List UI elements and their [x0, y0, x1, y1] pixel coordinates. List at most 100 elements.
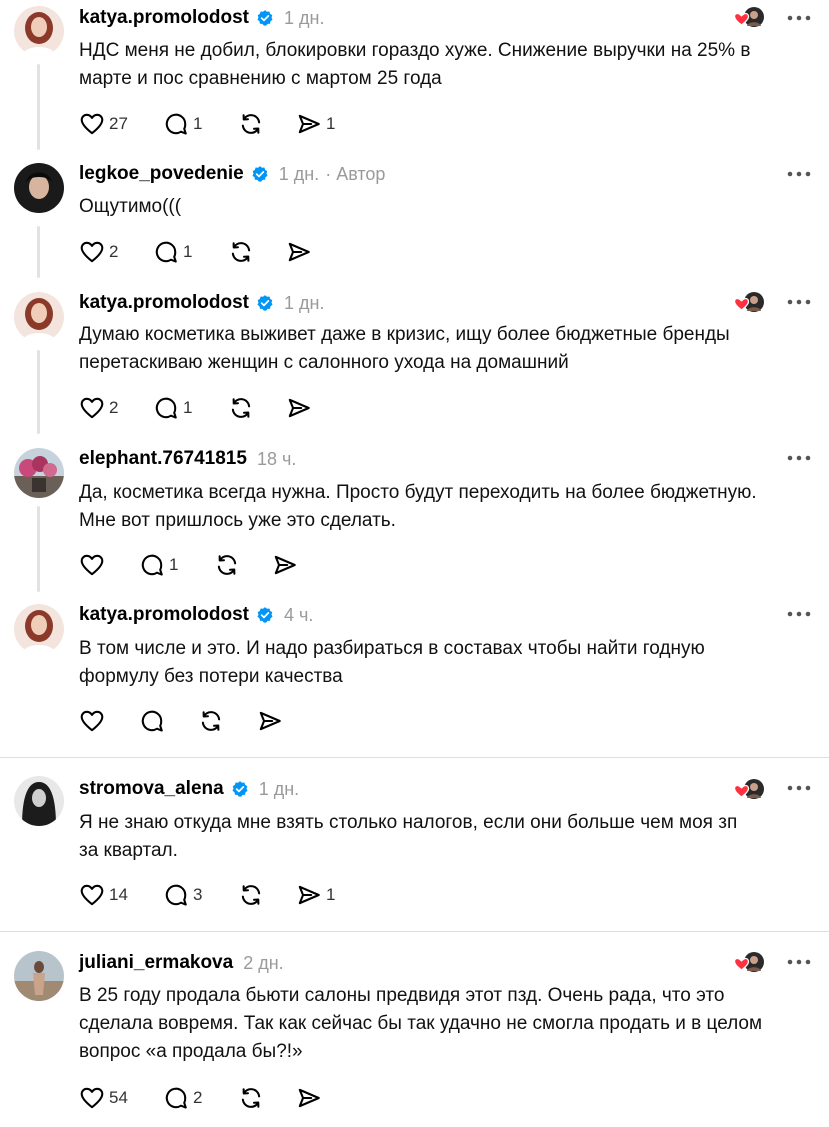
- share-count: 1: [326, 885, 336, 904]
- heart-icon: [79, 239, 105, 265]
- more-icon[interactable]: [786, 166, 812, 182]
- reply-button[interactable]: 3: [163, 880, 202, 910]
- liked-by-author-icon: [734, 6, 766, 28]
- like-button[interactable]: 14: [79, 880, 128, 910]
- post-text-line: марте и пос сравнению с мартом 25 года: [79, 68, 442, 89]
- verified-badge-icon: [256, 606, 274, 624]
- repost-icon: [238, 882, 264, 908]
- post: stromova_alena 1 дн. Я не знаю откуда мн…: [0, 758, 829, 930]
- share-icon: [296, 882, 322, 908]
- reply-count: 2: [193, 1088, 203, 1107]
- avatar[interactable]: [14, 776, 64, 826]
- post-time[interactable]: 1 дн.: [259, 779, 299, 800]
- username[interactable]: juliani_ermakova: [79, 952, 233, 974]
- more-icon[interactable]: [786, 294, 812, 310]
- repost-button[interactable]: [198, 706, 224, 736]
- share-icon: [296, 111, 322, 137]
- heart-icon: [79, 552, 105, 578]
- username[interactable]: elephant.76741815: [79, 448, 247, 470]
- reply-button[interactable]: 1: [153, 237, 192, 267]
- reply-icon: [163, 111, 189, 137]
- thread-line: [37, 64, 40, 150]
- post-time[interactable]: 1 дн.: [284, 293, 324, 314]
- more-icon[interactable]: [786, 606, 812, 622]
- like-button[interactable]: 2: [79, 237, 118, 267]
- post-text-line: Думаю косметика выживет даже в кризис, и…: [79, 324, 730, 345]
- share-button[interactable]: [272, 550, 298, 580]
- username[interactable]: katya.promolodost: [79, 292, 249, 314]
- repost-button[interactable]: [228, 237, 254, 267]
- post-text: НДС меня не добил, блокировки гораздо ху…: [79, 37, 809, 93]
- post-text-line: В 25 году продала бьюти салоны предвидя …: [79, 985, 725, 1006]
- post-time[interactable]: 4 ч.: [284, 605, 313, 626]
- username[interactable]: katya.promolodost: [79, 7, 249, 29]
- repost-button[interactable]: [228, 393, 254, 423]
- reply-button[interactable]: 2: [163, 1083, 202, 1113]
- like-button[interactable]: 54: [79, 1083, 128, 1113]
- post: katya.promolodost 1 дн. Думаю косметика …: [0, 286, 829, 442]
- repost-button[interactable]: [214, 550, 240, 580]
- avatar[interactable]: [14, 448, 64, 498]
- post-text-line: сделала вовремя. Так как сейчас бы так у…: [79, 1013, 763, 1034]
- repost-button[interactable]: [238, 109, 268, 139]
- like-button[interactable]: 2: [79, 393, 118, 423]
- reply-button[interactable]: [139, 706, 165, 736]
- liked-by-author-icon: [734, 291, 766, 313]
- repost-button[interactable]: [238, 1083, 264, 1113]
- share-button[interactable]: [286, 393, 312, 423]
- username[interactable]: stromova_alena: [79, 778, 224, 800]
- post: elephant.76741815 18 ч. Да, косметика вс…: [0, 442, 829, 598]
- avatar[interactable]: [14, 163, 64, 213]
- repost-button[interactable]: [238, 880, 264, 910]
- share-button[interactable]: 1: [296, 880, 335, 910]
- post: juliani_ermakova 2 дн. В 25 году продала…: [0, 932, 829, 1127]
- reply-button[interactable]: 1: [139, 550, 178, 580]
- share-button[interactable]: 1: [296, 109, 335, 139]
- post-text: Да, косметика всегда нужна. Просто будут…: [79, 479, 809, 535]
- post-text: Я не знаю откуда мне взять столько налог…: [79, 809, 809, 865]
- avatar[interactable]: [14, 292, 64, 342]
- post-text-line: Я не знаю откуда мне взять столько налог…: [79, 812, 738, 833]
- more-icon[interactable]: [786, 780, 812, 796]
- verified-badge-icon: [231, 780, 249, 798]
- reply-count: 1: [169, 555, 179, 574]
- post-time[interactable]: 18 ч.: [257, 449, 296, 470]
- avatar[interactable]: [14, 6, 64, 56]
- post-time[interactable]: 2 дн.: [243, 953, 283, 974]
- share-button[interactable]: [296, 1083, 322, 1113]
- like-button[interactable]: [79, 550, 109, 580]
- liked-by-author-icon: [734, 778, 766, 800]
- like-button[interactable]: [79, 706, 105, 736]
- avatar[interactable]: [14, 951, 64, 1001]
- reply-icon: [139, 708, 165, 734]
- like-count: 54: [109, 1088, 128, 1107]
- reply-icon: [163, 882, 189, 908]
- post-time[interactable]: 1 дн.: [284, 8, 324, 29]
- share-button[interactable]: [286, 237, 312, 267]
- reply-button[interactable]: 1: [163, 109, 202, 139]
- username[interactable]: katya.promolodost: [79, 604, 249, 626]
- post-time[interactable]: 1 дн.: [279, 164, 319, 185]
- like-button[interactable]: 27: [79, 109, 128, 139]
- share-icon: [257, 708, 283, 734]
- post: katya.promolodost 1 дн. НДС меня не доби…: [0, 0, 829, 160]
- reply-icon: [139, 552, 165, 578]
- reply-button[interactable]: 1: [153, 393, 192, 423]
- repost-icon: [214, 552, 240, 578]
- like-count: 27: [109, 114, 128, 133]
- repost-icon: [238, 111, 264, 137]
- more-icon[interactable]: [786, 954, 812, 970]
- repost-icon: [238, 1085, 264, 1111]
- thread-line: [37, 350, 40, 434]
- username[interactable]: legkoe_povedenie: [79, 163, 244, 185]
- like-count: 14: [109, 885, 128, 904]
- post-text-line: Мне вот пришлось уже это сделать.: [79, 510, 396, 531]
- share-icon: [286, 395, 312, 421]
- more-icon[interactable]: [786, 10, 812, 26]
- post-text-line: за квартал.: [79, 840, 178, 861]
- more-icon[interactable]: [786, 450, 812, 466]
- post-text: В 25 году продала бьюти салоны предвидя …: [79, 982, 809, 1066]
- heart-icon: [79, 395, 105, 421]
- avatar[interactable]: [14, 604, 64, 654]
- share-button[interactable]: [257, 706, 283, 736]
